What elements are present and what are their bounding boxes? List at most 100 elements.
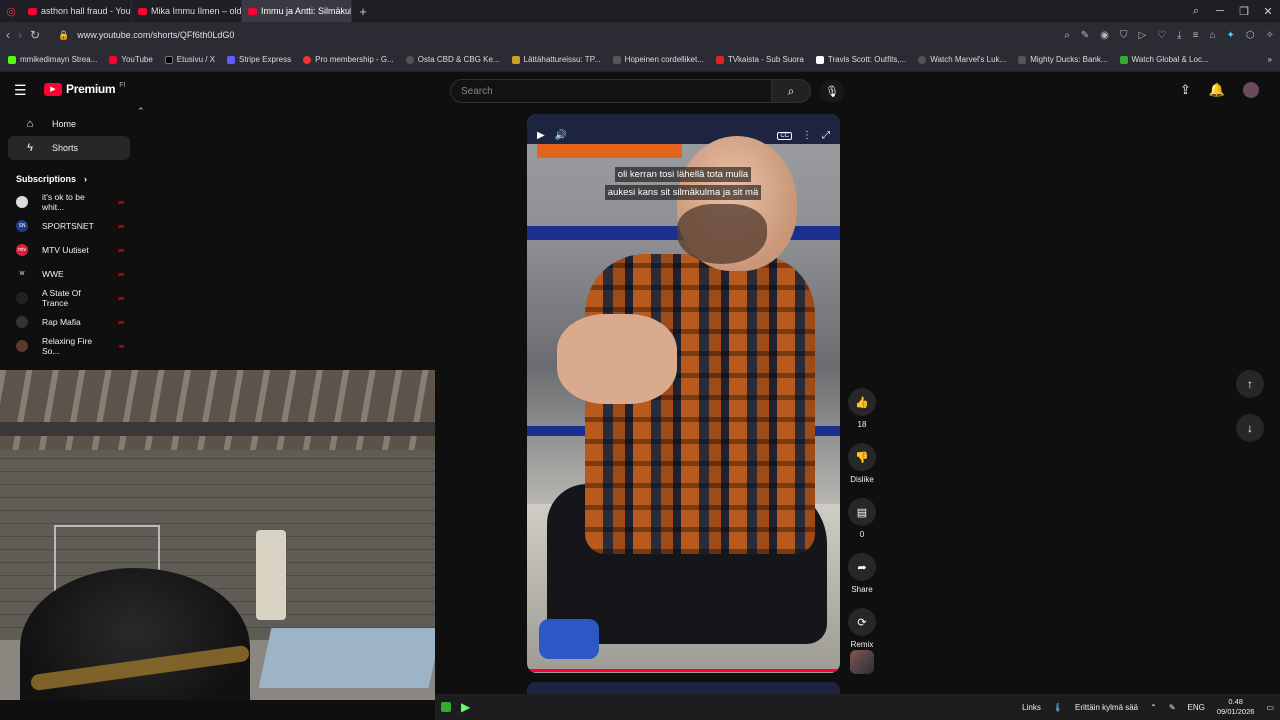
chevron-up-icon[interactable]: ⌃ <box>1150 703 1157 712</box>
remix-icon: ⟳ <box>857 616 867 629</box>
subscription-item[interactable]: mtv MTV Uutiset <box>0 238 140 262</box>
captions-button[interactable]: CC <box>777 131 792 140</box>
channel-name: SPORTSNET <box>42 221 94 231</box>
heart-icon[interactable]: ♡ <box>1157 30 1166 41</box>
train-icon <box>511 55 520 64</box>
back-icon[interactable]: ‹ <box>6 28 10 42</box>
caption-line: oli kerran tosi lähellä tota mulla <box>614 167 752 182</box>
play-icon[interactable]: ▶ <box>537 130 545 141</box>
links-toolbar[interactable]: Links <box>1022 703 1041 712</box>
bookmark-item[interactable]: Lättähattureissu: TP... <box>511 55 601 64</box>
channel-name: WWE <box>42 269 64 279</box>
fullscreen-icon[interactable]: ⤢ <box>822 130 830 141</box>
browser-tab-active[interactable]: Immu ja Antti: Silmäkulm... ✕ <box>242 0 352 22</box>
video-progress-bar[interactable] <box>527 669 840 672</box>
forward-icon[interactable]: › <box>18 28 22 42</box>
dislike-button[interactable]: 👎 <box>848 443 876 471</box>
browser-tab[interactable]: asthon hall fraud - YouTube <box>22 0 132 22</box>
subscriptions-header[interactable]: Subscriptions › <box>0 174 140 184</box>
search-button[interactable]: ⌕ <box>771 79 811 103</box>
short-video-player[interactable]: ▶ 🔊 CC ⋮ ⤢ oli kerran tosi lähellä tota … <box>527 114 840 673</box>
more-vert-icon[interactable]: ⋮ <box>802 130 812 141</box>
comments-button[interactable]: ▤ <box>848 498 876 526</box>
notification-icon[interactable]: ▭ <box>1266 703 1274 712</box>
shield-icon[interactable]: ⛉ <box>1120 30 1128 41</box>
remix-button[interactable]: ⟳ <box>848 608 876 636</box>
bookmark-item[interactable]: Travis Scott: Outfits,... <box>815 55 906 64</box>
bookmark-item[interactable]: Mighty Ducks: Bank... <box>1018 55 1108 64</box>
bookmark-item[interactable]: Pro membership - G... <box>303 55 394 64</box>
subscription-item[interactable]: W WWE <box>0 262 140 286</box>
previous-short-button[interactable]: ↑ <box>1236 370 1264 398</box>
clock[interactable]: 0.48 09/01/2026 <box>1217 697 1255 717</box>
bookmark-item[interactable]: Hopeinen cordelliket... <box>612 55 704 64</box>
bookmark-item[interactable]: Osta CBD & CBG Ke... <box>405 55 500 64</box>
bookmark-label: TVkaista - Sub Suora <box>727 55 804 64</box>
edit-icon[interactable]: ✎ <box>1081 30 1089 41</box>
reload-icon[interactable]: ↻ <box>30 28 40 42</box>
weather-text[interactable]: Erittäin kylmä sää <box>1075 703 1138 712</box>
bookmark-item[interactable]: Watch Global & Loc... <box>1119 55 1209 64</box>
subscription-item[interactable]: Rap Mafia <box>0 310 140 334</box>
header-actions: ⇪ 🔔 <box>1180 82 1260 98</box>
language-indicator[interactable]: ENG <box>1188 703 1205 712</box>
ring-banner-orange <box>537 144 682 158</box>
avatar[interactable] <box>1243 82 1260 98</box>
upload-icon[interactable]: ⇪ <box>1180 82 1191 98</box>
bookmark-icon[interactable]: ⌂ <box>1209 30 1215 41</box>
thumbs-up-icon: 👍 <box>855 396 869 409</box>
minimize-icon[interactable]: ─ <box>1208 5 1232 17</box>
browser-tab[interactable]: Mika Immu Ilmen – old s... <box>132 0 242 22</box>
bookmark-item[interactable]: YouTube <box>109 55 153 64</box>
cube-icon[interactable]: ⬡ <box>1246 30 1255 41</box>
new-tab-button[interactable]: + <box>352 4 374 19</box>
play-icon[interactable]: ▷ <box>1139 30 1147 41</box>
search-input[interactable]: Search <box>450 79 772 103</box>
subscription-item[interactable]: A State Of Trance <box>0 286 140 310</box>
url-field[interactable]: 🔒 www.youtube.com/shorts/QFf6th0LdG0 <box>58 30 234 41</box>
sidebar-item-home[interactable]: ⌂ Home <box>8 112 130 136</box>
opera-logo-icon[interactable]: ◎ <box>0 0 22 22</box>
camera-icon[interactable]: ◉ <box>1100 30 1109 41</box>
share-button[interactable]: ➦ <box>848 553 876 581</box>
bookmark-item[interactable]: Watch Marvel's Luk... <box>918 55 1006 64</box>
channel-name: MTV Uutiset <box>42 245 89 255</box>
volume-icon[interactable]: 🔊 <box>555 130 567 141</box>
bookmark-item[interactable]: Stripe Express <box>227 55 291 64</box>
ai-icon[interactable]: ✧ <box>1266 30 1274 41</box>
notifications-bell-icon[interactable]: 🔔 <box>1209 82 1225 98</box>
search-tabs-icon[interactable]: ⌕ <box>1184 5 1208 18</box>
extension-icon[interactable]: ✦ <box>1226 30 1234 41</box>
like-button[interactable]: 👍 <box>848 388 876 416</box>
tab-title: Immu ja Antti: Silmäkulm... <box>261 6 351 16</box>
chevron-right-icon: › <box>84 174 88 184</box>
subscription-item[interactable]: SN SPORTSNET <box>0 214 140 238</box>
subscription-item[interactable]: Relaxing Fire So... <box>0 334 140 358</box>
bookmark-item[interactable]: TVkaista - Sub Suora <box>715 55 804 64</box>
more-bookmarks-icon[interactable]: » <box>1268 55 1272 64</box>
channel-name: Relaxing Fire So... <box>42 336 93 356</box>
play-arrow-icon[interactable]: ▶ <box>461 700 470 714</box>
bookmark-item[interactable]: Etusivu / X <box>164 55 216 64</box>
bookmark-item[interactable]: mmikedimayn Strea... <box>8 55 97 64</box>
app-icon[interactable] <box>441 702 451 712</box>
voice-search-button[interactable]: 🎙 <box>820 79 844 103</box>
dislike-label: Dislike <box>850 475 874 484</box>
subscription-item[interactable]: it's ok to be whit... <box>0 190 140 214</box>
bookmark-label: Etusivu / X <box>176 55 216 64</box>
close-window-icon[interactable]: ✕ <box>1256 5 1280 18</box>
like-count: 18 <box>857 420 867 429</box>
menu-hamburger-icon[interactable]: ☰ <box>14 82 27 99</box>
restore-icon[interactable]: ❐ <box>1232 5 1256 18</box>
download-icon[interactable]: ⤓ <box>1177 30 1181 41</box>
sidebar-item-shorts[interactable]: ϟ Shorts <box>8 136 130 160</box>
zoom-icon[interactable]: ⌕ <box>1064 30 1070 41</box>
menu-icon[interactable]: ≡ <box>1193 30 1199 41</box>
youtube-favicon-icon <box>138 7 147 15</box>
next-short-button[interactable]: ↓ <box>1236 414 1264 442</box>
pen-icon[interactable]: ✎ <box>1169 703 1176 712</box>
live-indicator-icon <box>118 320 124 324</box>
search-placeholder: Search <box>461 85 493 97</box>
youtube-premium-logo[interactable]: ▶ Premium FI <box>44 82 126 96</box>
channel-avatar[interactable] <box>850 650 874 674</box>
